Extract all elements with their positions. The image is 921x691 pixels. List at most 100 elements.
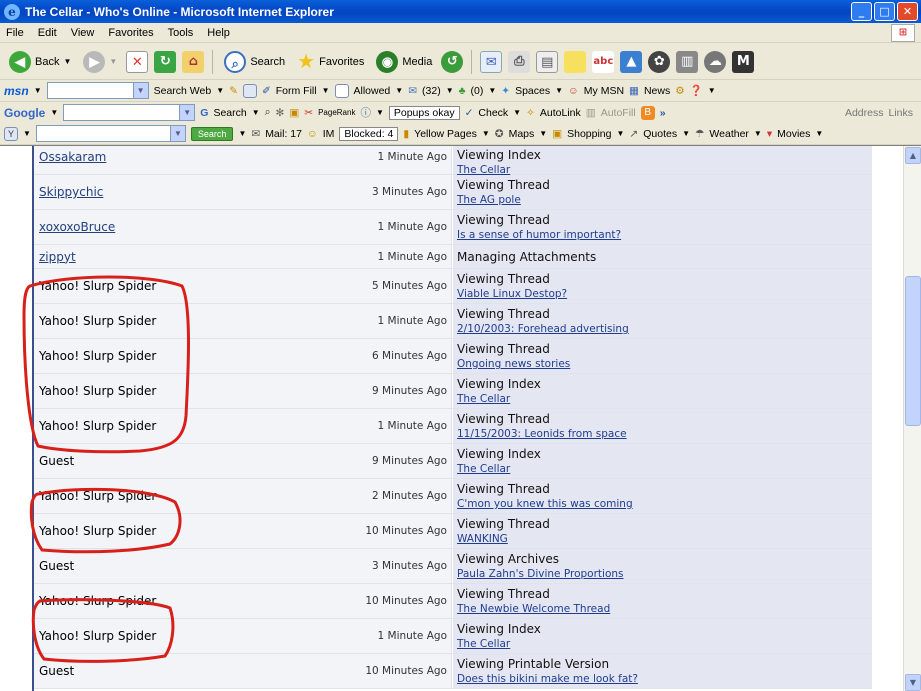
yahoo-im-button[interactable]: IM [323, 128, 335, 140]
msn-dropdown-icon[interactable]: ▼ [34, 86, 42, 95]
maximize-button[interactable]: □ [874, 2, 895, 21]
activity-target-link[interactable]: The AG pole [457, 194, 521, 206]
activity-target-link[interactable]: WANKING [457, 533, 508, 545]
mail-dropdown-icon[interactable]: ▼ [446, 86, 454, 95]
movies-dropdown-icon[interactable]: ▼ [815, 129, 823, 138]
search-web-button[interactable]: Search Web [154, 85, 212, 97]
user-name[interactable]: xoxoxoBruce [39, 220, 115, 234]
mail-icon[interactable]: ✉ [480, 50, 503, 73]
home-icon[interactable]: ⌂ [182, 50, 205, 73]
back-button[interactable]: ◀ Back ▼ [6, 49, 74, 75]
activity-target-link[interactable]: The Cellar [457, 463, 510, 475]
activity-target-link[interactable]: Does this bikini make me look fat? [457, 673, 638, 685]
back-dropdown-icon[interactable]: ▼ [63, 57, 71, 66]
quotes-button[interactable]: Quotes [643, 128, 677, 140]
yahoo-dropdown-icon[interactable]: ▼ [23, 129, 31, 138]
shopping-dropdown-icon[interactable]: ▼ [616, 129, 624, 138]
blocked-popups-button[interactable]: Blocked: 4 [339, 126, 399, 141]
popups-okay-button[interactable]: Popups okay [388, 105, 460, 120]
news-button[interactable]: News [644, 85, 670, 97]
yellow-pages-button[interactable]: Yellow Pages [414, 128, 477, 140]
search-web-dropdown-icon[interactable]: ▼ [216, 86, 224, 95]
history-icon[interactable]: ↺ [441, 50, 464, 73]
google-search-input[interactable]: ▼ [63, 104, 196, 121]
highlight-icon[interactable]: ▣ [289, 107, 299, 119]
maps-button[interactable]: Maps [509, 128, 535, 140]
note-icon[interactable] [564, 50, 587, 73]
check-dropdown-icon[interactable]: ▼ [513, 108, 521, 117]
menu-edit[interactable]: Edit [38, 27, 57, 39]
mail-count[interactable]: (32) [422, 85, 441, 97]
links-label[interactable]: Links [888, 107, 913, 119]
refresh-icon[interactable]: ↻ [154, 50, 177, 73]
yahoo-mail-button[interactable]: Mail: 17 [265, 128, 302, 140]
im-dropdown-icon[interactable]: ▼ [488, 86, 496, 95]
forward-button[interactable]: ▶ ▼ [80, 49, 120, 75]
yahoo-search-button[interactable]: Search [190, 126, 234, 141]
edit-icon[interactable]: ▤ [536, 50, 559, 73]
highlight-icon[interactable]: ✎ [229, 85, 238, 97]
yellow-pages-dropdown-icon[interactable]: ▼ [482, 129, 490, 138]
search-site-icon[interactable]: ⌕ [265, 106, 271, 119]
maps-dropdown-icon[interactable]: ▼ [539, 129, 547, 138]
more-icon[interactable]: » [660, 107, 666, 119]
favorites-button[interactable]: ★ Favorites [294, 47, 367, 76]
activity-target-link[interactable]: Ongoing news stories [457, 358, 570, 370]
msn-search-input[interactable]: ▼ [46, 82, 149, 99]
spaces-dropdown-icon[interactable]: ▼ [555, 86, 563, 95]
activity-target-link[interactable]: The Newbie Welcome Thread [457, 603, 610, 615]
allowed-dropdown-icon[interactable]: ▼ [395, 86, 403, 95]
blogger-icon[interactable]: B [640, 105, 655, 120]
minimize-button[interactable]: _ [851, 2, 872, 21]
weather-dropdown-icon[interactable]: ▼ [754, 129, 762, 138]
menu-help[interactable]: Help [207, 27, 230, 39]
allowed-button[interactable]: Allowed [354, 85, 391, 97]
chevron-down-icon[interactable]: ▼ [179, 105, 195, 120]
messenger-icon[interactable]: ☁ [704, 50, 727, 73]
forward-dropdown-icon[interactable]: ▼ [109, 57, 117, 66]
google-logo[interactable]: Google [4, 106, 45, 120]
weather-button[interactable]: Weather [709, 128, 749, 140]
scroll-down-icon[interactable]: ▼ [905, 674, 921, 691]
activity-target-link[interactable]: C'mon you knew this was coming [457, 498, 633, 510]
msn-logo[interactable]: msn [4, 84, 29, 98]
check-button[interactable]: Check [478, 107, 508, 119]
user-name[interactable]: Skippychic [39, 185, 103, 199]
autofill-button[interactable]: AutoFill [601, 107, 636, 119]
picture-icon[interactable]: ▲ [620, 50, 643, 73]
scroll-thumb[interactable] [905, 276, 921, 426]
pagerank-label[interactable]: PageRank [318, 108, 355, 117]
media-button[interactable]: ◉ Media [373, 49, 435, 75]
autolink-button[interactable]: AutoLink [540, 107, 581, 119]
close-button[interactable]: ✕ [897, 2, 918, 21]
google-dropdown-icon[interactable]: ▼ [50, 108, 58, 117]
stop-icon[interactable]: ✕ [126, 50, 149, 73]
chevron-down-icon[interactable]: ▼ [169, 126, 185, 141]
my-msn-button[interactable]: My MSN [584, 85, 624, 97]
menu-favorites[interactable]: Favorites [108, 27, 153, 39]
menu-tools[interactable]: Tools [168, 27, 194, 39]
yahoo-logo-icon[interactable]: Y [4, 126, 18, 141]
form-fill-dropdown-icon[interactable]: ▼ [322, 86, 330, 95]
note-icon[interactable] [242, 83, 257, 98]
form-fill-button[interactable]: Form Fill [276, 85, 317, 97]
spellcheck-icon[interactable]: abc [592, 50, 615, 73]
m-icon[interactable]: M [732, 50, 755, 73]
movies-button[interactable]: Movies [777, 128, 810, 140]
menu-file[interactable]: File [6, 27, 24, 39]
blocker-icon[interactable]: ✂ [304, 107, 313, 119]
activity-target-link[interactable]: Viable Linux Destop? [457, 288, 567, 300]
google-search-dropdown-icon[interactable]: ▼ [252, 108, 260, 117]
activity-target-link[interactable]: 11/15/2003: Leonids from space [457, 428, 627, 440]
settings-icon[interactable]: ⚙ [675, 85, 684, 97]
yahoo-search-input[interactable]: ▼ [35, 125, 186, 142]
im-count[interactable]: (0) [471, 85, 484, 97]
spaces-button[interactable]: Spaces [515, 85, 550, 97]
search-button[interactable]: ⌕ Search [221, 49, 288, 75]
help-dropdown-icon[interactable]: ▼ [708, 86, 716, 95]
info-dropdown-icon[interactable]: ▼ [376, 108, 384, 117]
news-search-icon[interactable]: ✻ [276, 107, 285, 119]
flower-icon[interactable]: ✿ [648, 50, 671, 73]
activity-target-link[interactable]: Is a sense of humor important? [457, 229, 621, 241]
help-icon[interactable]: ❓ [690, 84, 703, 97]
